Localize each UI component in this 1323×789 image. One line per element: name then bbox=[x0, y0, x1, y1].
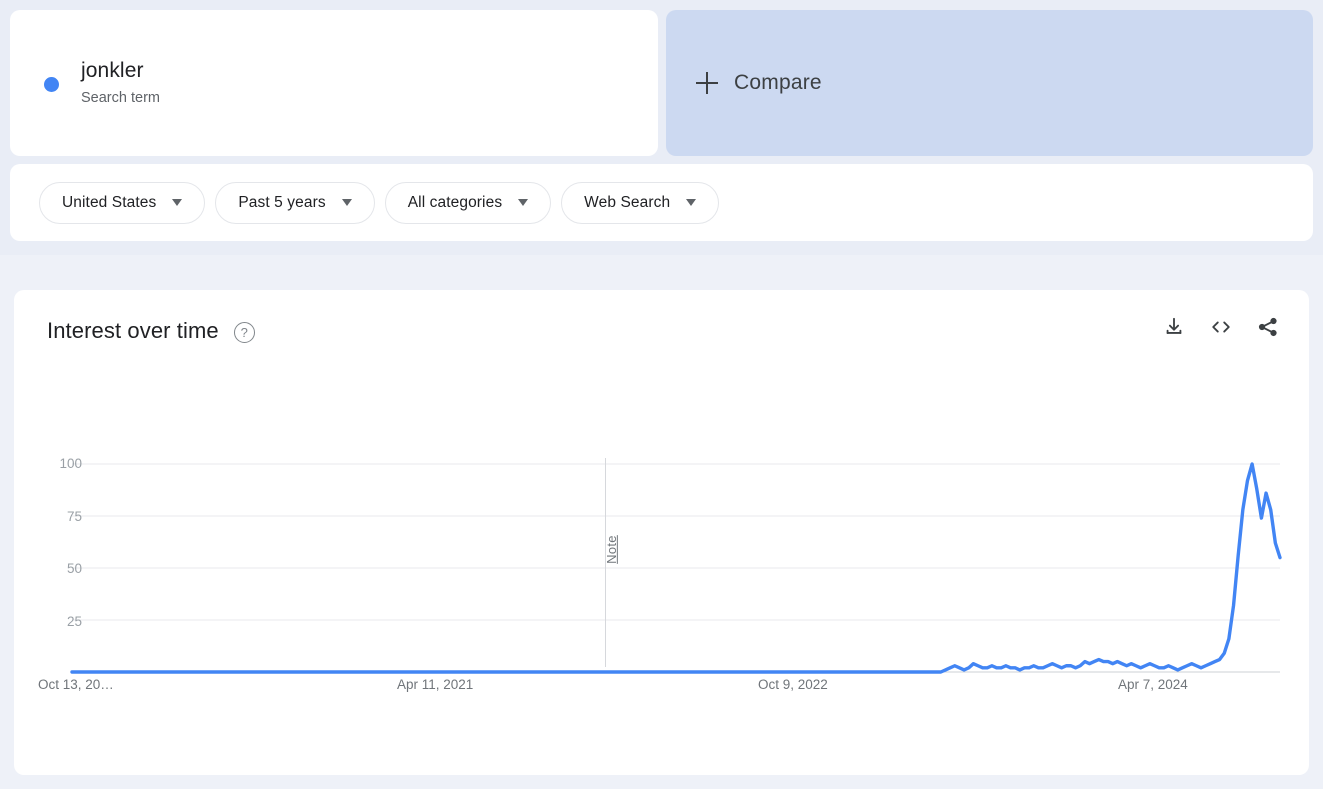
filter-category-label: All categories bbox=[408, 194, 502, 212]
chart-toolbar bbox=[1163, 316, 1279, 338]
chevron-down-icon bbox=[518, 199, 528, 206]
y-tick-label: 75 bbox=[42, 509, 82, 524]
chart-header: Interest over time ? bbox=[47, 318, 255, 344]
chevron-down-icon bbox=[172, 199, 182, 206]
x-tick-label: Oct 13, 20… bbox=[38, 677, 114, 692]
interest-over-time-chart bbox=[14, 290, 1309, 775]
y-tick-label: 100 bbox=[42, 456, 82, 471]
x-tick-label: Apr 7, 2024 bbox=[1118, 677, 1188, 692]
search-terms-row: jonkler Search term Compare bbox=[10, 10, 1313, 156]
filter-time-range[interactable]: Past 5 years bbox=[215, 182, 374, 224]
filter-time-range-label: Past 5 years bbox=[238, 194, 325, 212]
search-term-label: jonkler bbox=[81, 58, 160, 84]
filters-bar: United States Past 5 years All categorie… bbox=[10, 164, 1313, 241]
x-tick-label: Oct 9, 2022 bbox=[758, 677, 828, 692]
chevron-down-icon bbox=[342, 199, 352, 206]
compare-button[interactable]: Compare bbox=[666, 10, 1313, 156]
filter-category[interactable]: All categories bbox=[385, 182, 551, 224]
chart-plot-area bbox=[14, 290, 1309, 775]
x-tick-label: Apr 11, 2021 bbox=[397, 677, 473, 692]
chevron-down-icon bbox=[686, 199, 696, 206]
download-icon[interactable] bbox=[1163, 316, 1185, 338]
search-term-card[interactable]: jonkler Search term bbox=[10, 10, 658, 156]
y-tick-label: 25 bbox=[42, 614, 82, 629]
help-circle-icon[interactable]: ? bbox=[234, 322, 255, 343]
series-color-dot bbox=[44, 77, 59, 92]
filter-location[interactable]: United States bbox=[39, 182, 205, 224]
filter-search-type-label: Web Search bbox=[584, 194, 670, 212]
interest-over-time-card: Interest over time ? 100 75 50 25 Oct 13… bbox=[14, 290, 1309, 775]
embed-code-icon[interactable] bbox=[1209, 316, 1233, 338]
compare-label: Compare bbox=[734, 71, 822, 95]
share-icon[interactable] bbox=[1257, 316, 1279, 338]
plus-icon bbox=[696, 72, 718, 94]
note-annotation-label: Note bbox=[604, 535, 619, 564]
y-tick-label: 50 bbox=[42, 561, 82, 576]
filter-search-type[interactable]: Web Search bbox=[561, 182, 719, 224]
search-term-text: jonkler Search term bbox=[81, 58, 160, 109]
page-title: Interest over time bbox=[47, 318, 219, 344]
search-term-type: Search term bbox=[81, 87, 160, 109]
filter-location-label: United States bbox=[62, 194, 156, 212]
